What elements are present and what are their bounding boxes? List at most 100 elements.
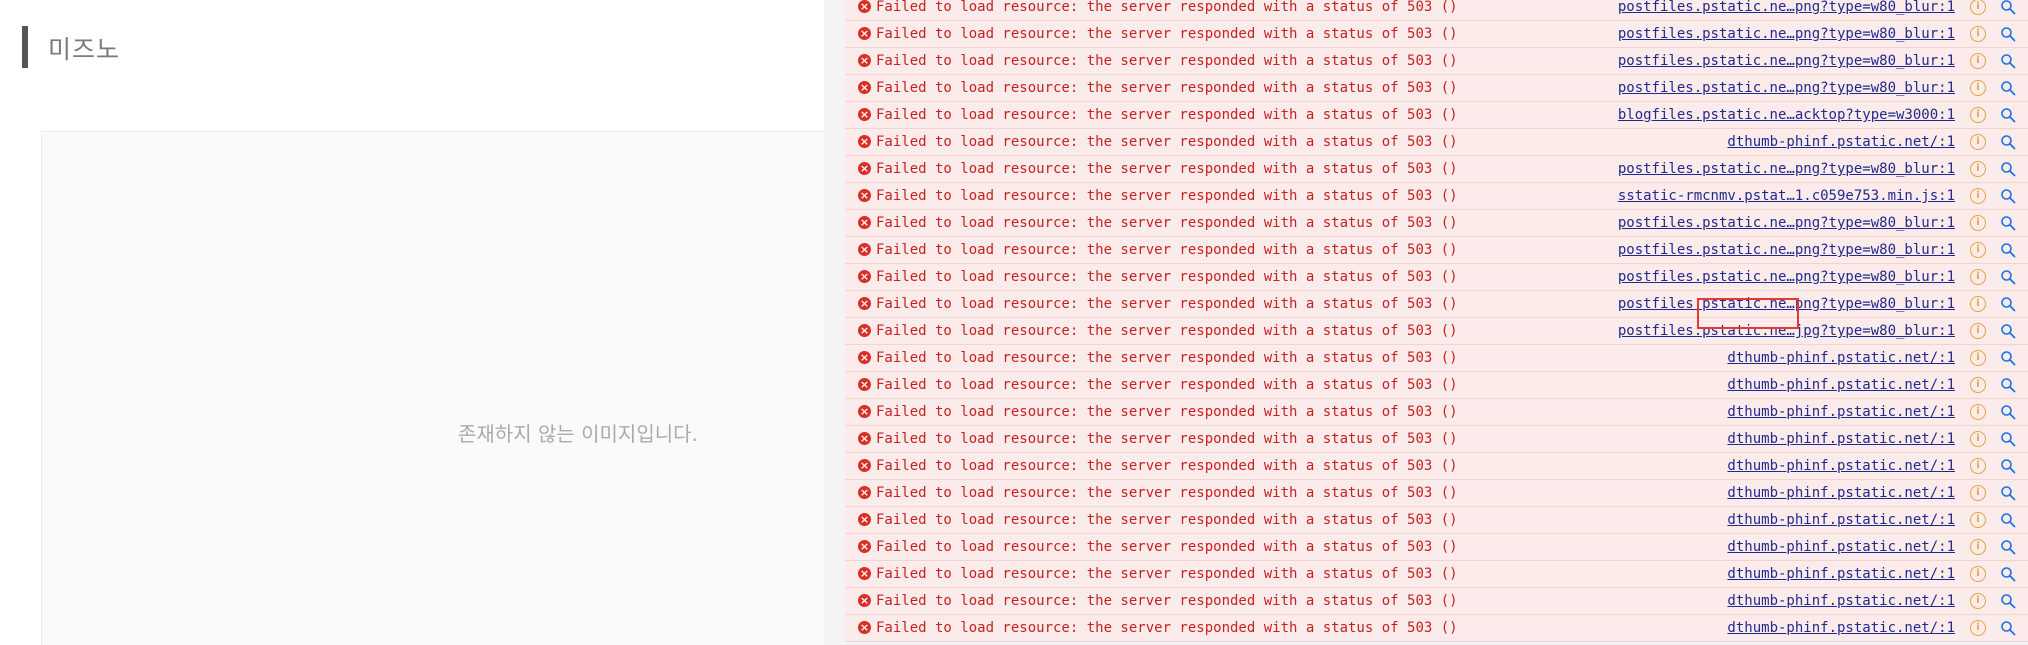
search-icon[interactable]: [2000, 431, 2016, 447]
info-icon[interactable]: i: [1970, 53, 1986, 69]
search-icon[interactable]: [2000, 188, 2016, 204]
info-icon[interactable]: i: [1970, 161, 1986, 177]
source-link[interactable]: postfiles.pstatic.ne…png?type=w80_blur:1: [1618, 53, 1955, 69]
source-link[interactable]: dthumb-phinf.pstatic.net/:1: [1727, 431, 1955, 447]
source-link[interactable]: dthumb-phinf.pstatic.net/:1: [1727, 485, 1955, 501]
console-error-row[interactable]: × Failed to load resource: the server res…: [845, 372, 2028, 399]
error-icon: ×: [858, 513, 871, 526]
source-link[interactable]: dthumb-phinf.pstatic.net/:1: [1727, 458, 1955, 474]
search-icon[interactable]: [2000, 458, 2016, 474]
console-error-row[interactable]: × Failed to load resource: the server res…: [845, 129, 2028, 156]
source-link[interactable]: postfiles.pstatic.ne…png?type=w80_blur:1: [1618, 26, 1955, 42]
source-link[interactable]: postfiles.pstatic.ne…jpg?type=w80_blur:1: [1618, 323, 1955, 339]
info-icon[interactable]: i: [1970, 377, 1986, 393]
console-error-row[interactable]: × Failed to load resource: the server res…: [845, 453, 2028, 480]
info-icon[interactable]: i: [1970, 269, 1986, 285]
source-link[interactable]: postfiles.pstatic.ne…png?type=w80_blur:1: [1618, 0, 1955, 15]
search-icon[interactable]: [2000, 350, 2016, 366]
source-link[interactable]: postfiles.pstatic.ne…png?type=w80_blur:1: [1618, 242, 1955, 258]
console-error-row[interactable]: × Failed to load resource: the server res…: [845, 264, 2028, 291]
info-icon[interactable]: i: [1970, 80, 1986, 96]
search-icon[interactable]: [2000, 53, 2016, 69]
source-link[interactable]: dthumb-phinf.pstatic.net/:1: [1727, 593, 1955, 609]
search-icon[interactable]: [2000, 215, 2016, 231]
search-icon[interactable]: [2000, 26, 2016, 42]
info-icon[interactable]: i: [1970, 0, 1986, 15]
console-error-row[interactable]: × Failed to load resource: the server res…: [845, 588, 2028, 615]
console-error-row[interactable]: × Failed to load resource: the server res…: [845, 156, 2028, 183]
info-icon[interactable]: i: [1970, 242, 1986, 258]
search-icon[interactable]: [2000, 134, 2016, 150]
source-link[interactable]: postfiles.pstatic.ne…png?type=w80_blur:1: [1618, 161, 1955, 177]
info-icon[interactable]: i: [1970, 107, 1986, 123]
source-link[interactable]: dthumb-phinf.pstatic.net/:1: [1727, 404, 1955, 420]
console-error-row[interactable]: × Failed to load resource: the server res…: [845, 318, 2028, 345]
info-icon[interactable]: i: [1970, 512, 1986, 528]
source-link[interactable]: postfiles.pstatic.ne…png?type=w80_blur:1: [1618, 296, 1955, 312]
console-error-row[interactable]: × Failed to load resource: the server res…: [845, 0, 2028, 21]
info-icon[interactable]: i: [1970, 539, 1986, 555]
console-error-row[interactable]: × Failed to load resource: the server res…: [845, 615, 2028, 642]
search-icon[interactable]: [2000, 107, 2016, 123]
search-icon[interactable]: [2000, 539, 2016, 555]
source-link[interactable]: dthumb-phinf.pstatic.net/:1: [1727, 620, 1955, 636]
source-link[interactable]: dthumb-phinf.pstatic.net/:1: [1727, 134, 1955, 150]
info-icon[interactable]: i: [1970, 485, 1986, 501]
console-error-row[interactable]: × Failed to load resource: the server res…: [845, 183, 2028, 210]
search-icon[interactable]: [2000, 80, 2016, 96]
search-icon[interactable]: [2000, 566, 2016, 582]
search-icon[interactable]: [2000, 323, 2016, 339]
search-icon[interactable]: [2000, 296, 2016, 312]
search-icon[interactable]: [2000, 485, 2016, 501]
info-icon[interactable]: i: [1970, 350, 1986, 366]
info-icon[interactable]: i: [1970, 134, 1986, 150]
console-error-row[interactable]: × Failed to load resource: the server res…: [845, 399, 2028, 426]
console-error-row[interactable]: × Failed to load resource: the server res…: [845, 210, 2028, 237]
info-icon[interactable]: i: [1970, 620, 1986, 636]
source-link[interactable]: dthumb-phinf.pstatic.net/:1: [1727, 566, 1955, 582]
source-link[interactable]: sstatic-rmcnmv.pstat…1.c059e753.min.js:1: [1618, 188, 1955, 204]
info-icon[interactable]: i: [1970, 215, 1986, 231]
missing-image-text: 존재하지 않는 이미지입니다.: [458, 422, 698, 446]
search-icon[interactable]: [2000, 620, 2016, 636]
console-error-row[interactable]: × Failed to load resource: the server res…: [845, 507, 2028, 534]
console-error-row[interactable]: × Failed to load resource: the server res…: [845, 561, 2028, 588]
search-icon[interactable]: [2000, 512, 2016, 528]
info-icon[interactable]: i: [1970, 296, 1986, 312]
source-link[interactable]: postfiles.pstatic.ne…png?type=w80_blur:1: [1618, 269, 1955, 285]
search-icon[interactable]: [2000, 0, 2016, 15]
search-icon[interactable]: [2000, 377, 2016, 393]
search-icon[interactable]: [2000, 161, 2016, 177]
search-icon[interactable]: [2000, 242, 2016, 258]
error-icon: ×: [858, 81, 871, 94]
info-icon[interactable]: i: [1970, 566, 1986, 582]
source-link[interactable]: dthumb-phinf.pstatic.net/:1: [1727, 539, 1955, 555]
source-link[interactable]: dthumb-phinf.pstatic.net/:1: [1727, 377, 1955, 393]
error-message: Failed to load resource: the server resp…: [876, 107, 1458, 123]
search-icon[interactable]: [2000, 269, 2016, 285]
console-error-row[interactable]: × Failed to load resource: the server res…: [845, 291, 2028, 318]
search-icon[interactable]: [2000, 593, 2016, 609]
source-link[interactable]: dthumb-phinf.pstatic.net/:1: [1727, 350, 1955, 366]
source-link[interactable]: postfiles.pstatic.ne…png?type=w80_blur:1: [1618, 80, 1955, 96]
console-error-row[interactable]: × Failed to load resource: the server res…: [845, 102, 2028, 129]
info-icon[interactable]: i: [1970, 404, 1986, 420]
info-icon[interactable]: i: [1970, 26, 1986, 42]
console-error-row[interactable]: × Failed to load resource: the server res…: [845, 345, 2028, 372]
info-icon[interactable]: i: [1970, 323, 1986, 339]
console-error-row[interactable]: × Failed to load resource: the server res…: [845, 237, 2028, 264]
console-error-row[interactable]: × Failed to load resource: the server res…: [845, 426, 2028, 453]
console-error-row[interactable]: × Failed to load resource: the server res…: [845, 21, 2028, 48]
console-error-row[interactable]: × Failed to load resource: the server res…: [845, 534, 2028, 561]
console-error-row[interactable]: × Failed to load resource: the server res…: [845, 48, 2028, 75]
info-icon[interactable]: i: [1970, 458, 1986, 474]
console-error-row[interactable]: × Failed to load resource: the server res…: [845, 480, 2028, 507]
info-icon[interactable]: i: [1970, 188, 1986, 204]
source-link[interactable]: blogfiles.pstatic.ne…acktop?type=w3000:1: [1618, 107, 1955, 123]
info-icon[interactable]: i: [1970, 593, 1986, 609]
search-icon[interactable]: [2000, 404, 2016, 420]
console-error-row[interactable]: × Failed to load resource: the server res…: [845, 75, 2028, 102]
source-link[interactable]: postfiles.pstatic.ne…png?type=w80_blur:1: [1618, 215, 1955, 231]
info-icon[interactable]: i: [1970, 431, 1986, 447]
source-link[interactable]: dthumb-phinf.pstatic.net/:1: [1727, 512, 1955, 528]
